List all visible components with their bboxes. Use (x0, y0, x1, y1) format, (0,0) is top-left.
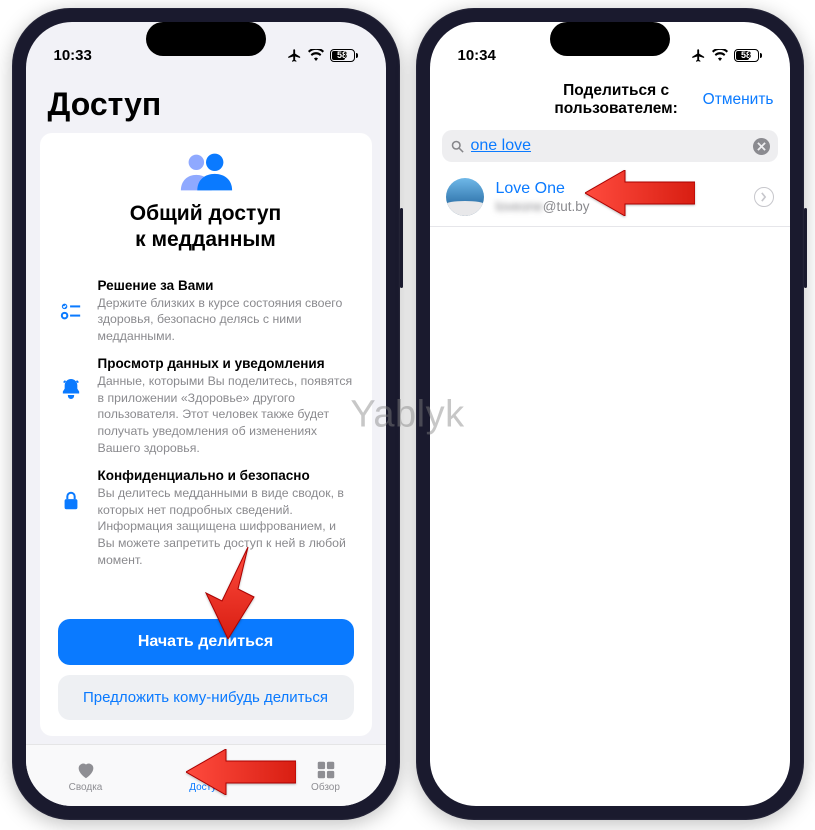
airplane-mode-icon (287, 48, 302, 63)
feature-desc: Вы делитесь медданными в виде сводок, в … (98, 485, 354, 568)
card-heading: Общий доступ к медданным (130, 201, 281, 254)
lock-icon (58, 468, 84, 568)
avatar (446, 178, 484, 216)
page-title: Доступ (26, 76, 386, 133)
phone-right: 10:34 58 (416, 8, 804, 820)
dynamic-island (146, 22, 266, 56)
battery-indicator: 58 (330, 49, 358, 62)
status-time: 10:34 (458, 47, 496, 64)
tab-bar: Сводка Доступ Обзор (26, 744, 386, 806)
contact-email: loveone@tut.by (496, 199, 742, 215)
search-input[interactable] (471, 137, 747, 155)
bell-icon (58, 356, 84, 456)
tab-browse[interactable]: Обзор (266, 745, 386, 806)
wifi-icon (712, 49, 728, 61)
feature-your-decision: Решение за Вами Держите близких в курсе … (58, 278, 354, 345)
nav-bar: Поделиться с пользователем: Отменить (430, 76, 790, 126)
feature-desc: Данные, которыми Вы поделитесь, появятся… (98, 373, 354, 456)
tab-label: Доступ (189, 782, 222, 793)
clear-search-icon[interactable] (753, 138, 770, 155)
tab-label: Сводка (69, 782, 103, 793)
dynamic-island (550, 22, 670, 56)
feature-title: Решение за Вами (98, 278, 354, 293)
tab-sharing[interactable]: Доступ (146, 745, 266, 806)
tab-summary[interactable]: Сводка (26, 745, 146, 806)
feature-privacy: Конфиденциально и безопасно Вы делитесь … (58, 468, 354, 568)
contact-name: Love One (496, 179, 742, 198)
feature-title: Конфиденциально и безопасно (98, 468, 354, 483)
cancel-button[interactable]: Отменить (703, 91, 774, 109)
nav-title: Поделиться с пользователем: (530, 82, 703, 118)
feature-notifications: Просмотр данных и уведомления Данные, ко… (58, 356, 354, 456)
airplane-mode-icon (691, 48, 706, 63)
search-icon (450, 139, 465, 154)
contact-result-row[interactable]: Love One loveone@tut.by (430, 170, 790, 227)
feature-title: Просмотр данных и уведомления (98, 356, 354, 371)
search-bar[interactable] (442, 130, 778, 162)
status-time: 10:33 (54, 47, 92, 64)
toggle-list-icon (58, 278, 84, 345)
start-sharing-button[interactable]: Начать делиться (58, 619, 354, 665)
suggest-sharing-button[interactable]: Предложить кому-нибудь делиться (58, 675, 354, 720)
phone-left: 10:33 58 (12, 8, 400, 820)
battery-indicator: 58 (734, 49, 762, 62)
people-icon (177, 151, 235, 191)
wifi-icon (308, 49, 324, 61)
tab-label: Обзор (311, 782, 340, 793)
chevron-right-icon[interactable] (754, 187, 774, 207)
sharing-card: Общий доступ к медданным (40, 133, 372, 736)
feature-desc: Держите близких в курсе состояния своего… (98, 295, 354, 345)
